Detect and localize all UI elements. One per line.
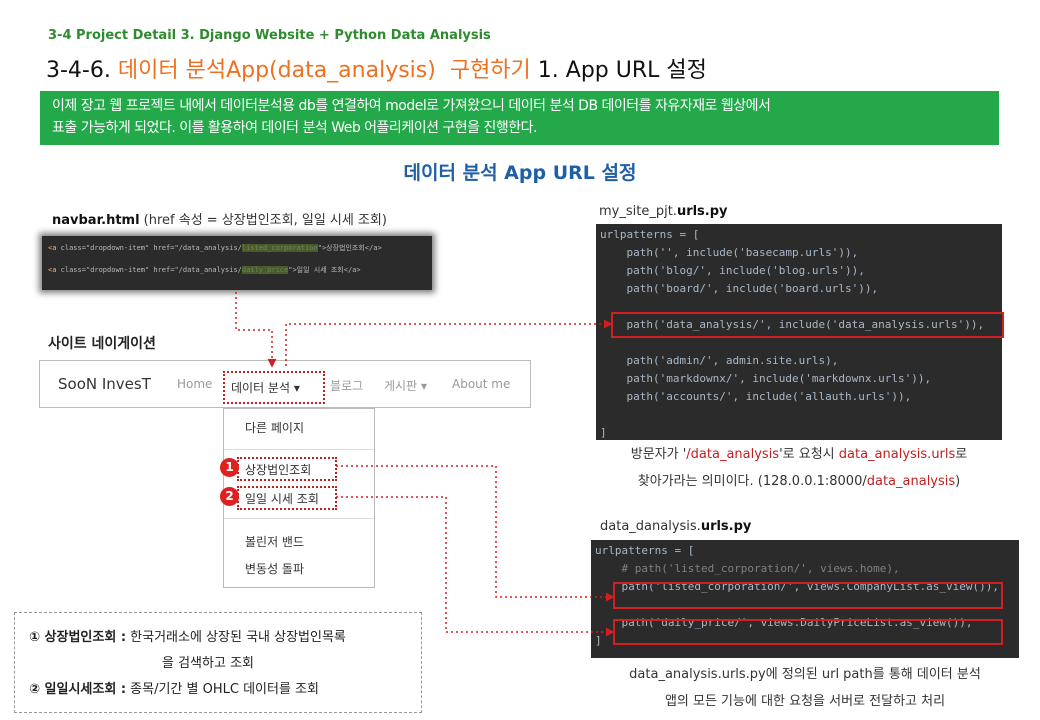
arrow-snippet-to-nav xyxy=(235,292,277,368)
arrow-daily-price-to-app-urls xyxy=(336,496,615,637)
arrow-listed-corp-to-app-urls xyxy=(336,465,615,602)
connector-arrows xyxy=(235,292,615,637)
arrow-nav-to-project-urls xyxy=(285,319,613,366)
